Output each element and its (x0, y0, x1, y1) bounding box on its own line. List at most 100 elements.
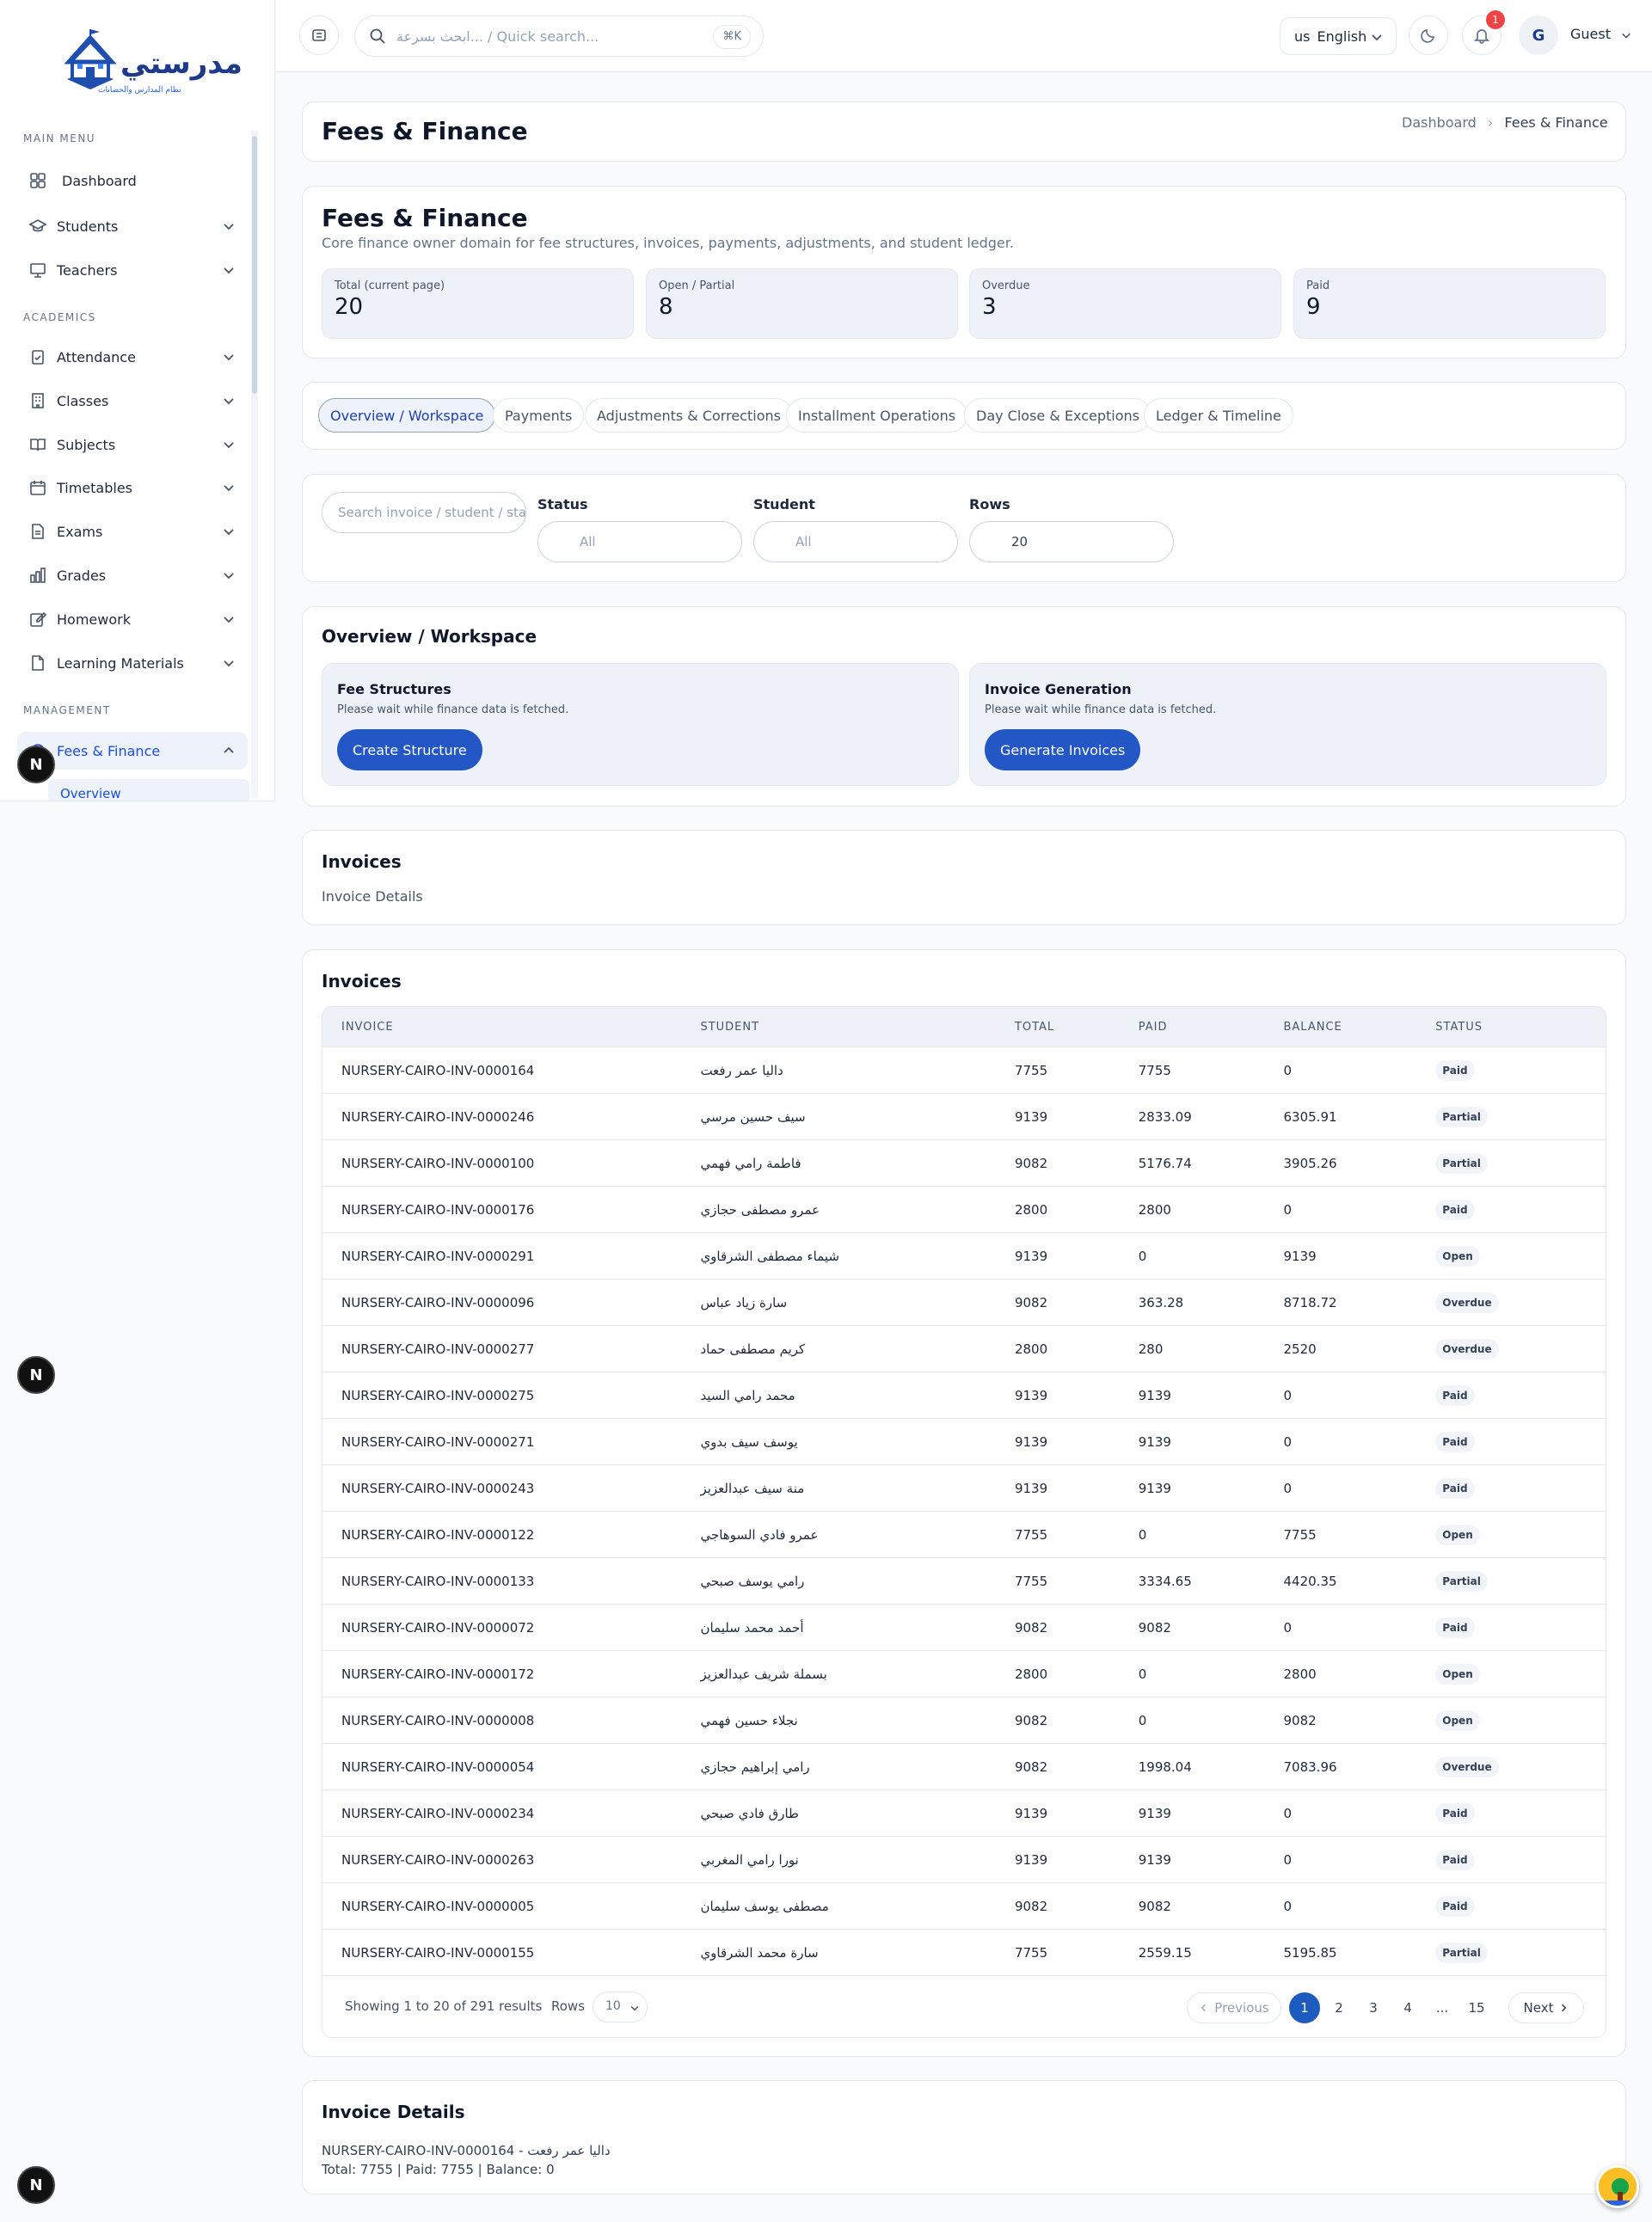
sidebar-item-learning-materials[interactable]: Learning Materials (17, 644, 248, 682)
sidebar-item-dashboard[interactable]: Dashboard (17, 162, 248, 199)
graduation-cap-icon (28, 216, 48, 236)
tab-overview-workspace[interactable]: Overview / Workspace (318, 398, 496, 433)
user-menu[interactable]: Guest (1570, 26, 1632, 42)
page-1-button[interactable]: 1 (1289, 1992, 1320, 2023)
sidebar-item-exams[interactable]: Exams (17, 513, 248, 550)
avatar[interactable]: G (1519, 15, 1558, 55)
paid-cell: 9139 (1138, 1433, 1171, 1450)
table-row[interactable]: NURSERY-CAIRO-INV-0000291 شيماء مصطفى الش… (322, 1232, 1606, 1279)
student-select[interactable]: All (753, 521, 958, 562)
create-structure-button[interactable]: Create Structure (337, 729, 482, 770)
paid-cell: 0 (1138, 1526, 1147, 1543)
col-header-total[interactable]: TOTAL (1015, 1021, 1139, 1034)
generate-invoices-button[interactable]: Generate Invoices (985, 729, 1141, 770)
table-row[interactable]: NURSERY-CAIRO-INV-0000008 نجلاء حسين فهمي… (322, 1697, 1606, 1743)
table-row[interactable]: NURSERY-CAIRO-INV-0000263 نورا رامي المغر… (322, 1836, 1606, 1882)
table-footer: Showing 1 to 20 of 291 results Rows 10 P… (322, 1975, 1606, 2037)
table-row[interactable]: NURSERY-CAIRO-INV-0000234 طارق فادي صبحي 9… (322, 1789, 1606, 1836)
table-row[interactable]: NURSERY-CAIRO-INV-0000176 عمرو مصطفى حجاز… (322, 1186, 1606, 1232)
sidebar-item-grades[interactable]: Grades (17, 556, 248, 594)
quick-search-input[interactable]: ابحث بسرعة... / Quick search... ⌘K (354, 15, 764, 57)
paid-cell: 280 (1138, 1341, 1164, 1357)
table-row[interactable]: NURSERY-CAIRO-INV-0000246 سيف حسين مرسي 91… (322, 1093, 1606, 1139)
tab-payments[interactable]: Payments (493, 398, 585, 433)
sidebar-item-label: Grades (57, 567, 107, 584)
brand-logo[interactable]: مدرستي نظام المدارس والحضانات (60, 29, 243, 105)
invoices-summary-title: Invoices (322, 851, 402, 872)
table-row[interactable]: NURSERY-CAIRO-INV-0000100 فاطمة رامي فهمي… (322, 1139, 1606, 1186)
chevron-down-icon (630, 2005, 639, 2011)
invoice-search-input[interactable]: Search invoice / student / status (322, 492, 526, 533)
table-row[interactable]: NURSERY-CAIRO-INV-0000072 أحمد محمد سليما… (322, 1604, 1606, 1650)
sidebar-item-classes[interactable]: Classes (17, 382, 248, 420)
table-row[interactable]: NURSERY-CAIRO-INV-0000277 كريم مصطفى حماد… (322, 1325, 1606, 1372)
status-cell: Paid (1435, 1059, 1606, 1081)
chevron-down-icon (1372, 34, 1382, 41)
table-row[interactable]: NURSERY-CAIRO-INV-0000096 سارة زياد عباس 9… (322, 1279, 1606, 1325)
table-row[interactable]: NURSERY-CAIRO-INV-0000133 رامي يوسف صبحي 7… (322, 1557, 1606, 1604)
table-row[interactable]: NURSERY-CAIRO-INV-0000005 مصطفى يوسف سليم… (322, 1882, 1606, 1929)
floating-n-badge[interactable]: N (17, 2166, 55, 2204)
calendar-icon (28, 477, 48, 498)
invoice-cell: NURSERY-CAIRO-INV-0000100 (341, 1155, 535, 1171)
page-3-button[interactable]: 3 (1358, 1992, 1389, 2023)
table-row[interactable]: NURSERY-CAIRO-INV-0000243 منة سيف عبدالعز… (322, 1464, 1606, 1511)
breadcrumb: Dashboard › Fees & Finance (1402, 114, 1625, 131)
table-row[interactable]: NURSERY-CAIRO-INV-0000155 سارة محمد الشرق… (322, 1929, 1606, 1975)
prev-page-button[interactable]: Previous (1187, 1992, 1281, 2023)
status-cell: Open (1435, 1524, 1606, 1545)
table-row[interactable]: NURSERY-CAIRO-INV-0000271 يوسف سيف بدوي 91… (322, 1418, 1606, 1464)
breadcrumb-dashboard[interactable]: Dashboard (1402, 114, 1477, 131)
sidebar-item-students[interactable]: Students (17, 207, 248, 245)
table-row[interactable]: NURSERY-CAIRO-INV-0000122 عمرو فادي السوه… (322, 1511, 1606, 1557)
assistant-avatar[interactable] (1596, 2165, 1639, 2208)
total-cell: 7755 (1014, 1573, 1048, 1589)
sidebar-item-subjects[interactable]: Subjects (17, 426, 248, 463)
page-15-button[interactable]: 15 (1461, 1992, 1492, 2023)
col-header-balance[interactable]: BALANCE (1284, 1021, 1436, 1034)
floating-n-badge[interactable]: N (17, 1356, 55, 1394)
next-page-button[interactable]: Next (1508, 1992, 1584, 2023)
invoice-cell: NURSERY-CAIRO-INV-0000133 (341, 1573, 535, 1589)
language-selector[interactable]: us English (1280, 17, 1397, 55)
sidebar-item-homework[interactable]: Homework (17, 600, 248, 638)
invoice-cell: NURSERY-CAIRO-INV-0000172 (341, 1666, 535, 1682)
tab-adjustments-corrections[interactable]: Adjustments & Corrections (585, 398, 793, 433)
table-row[interactable]: NURSERY-CAIRO-INV-0000275 محمد رامي السيد… (322, 1372, 1606, 1418)
col-header-student[interactable]: STUDENT (700, 1021, 1015, 1034)
sidebar-item-teachers[interactable]: Teachers (17, 251, 248, 289)
col-header-status[interactable]: STATUS (1435, 1021, 1606, 1034)
col-header-paid[interactable]: PAID (1139, 1021, 1284, 1034)
menu-toggle-button[interactable] (299, 15, 339, 55)
bar-chart-icon (28, 565, 48, 586)
sidebar-scrollbar-thumb[interactable] (252, 136, 257, 394)
balance-cell: 0 (1283, 1805, 1293, 1821)
page-2-button[interactable]: 2 (1323, 1992, 1354, 2023)
paid-cell: 2559.15 (1138, 1944, 1192, 1961)
chevron-down-icon (224, 617, 234, 623)
status-badge: Partial (1435, 1942, 1488, 1963)
balance-cell: 0 (1283, 1480, 1293, 1496)
rows-select[interactable]: 20 (969, 521, 1174, 562)
floating-n-badge[interactable]: N (17, 746, 55, 783)
table-row[interactable]: NURSERY-CAIRO-INV-0000172 بسملة شريف عبدا… (322, 1650, 1606, 1697)
theme-toggle-button[interactable] (1409, 15, 1448, 55)
student-cell: رامي يوسف صبحي (700, 1573, 805, 1589)
col-header-invoice[interactable]: INVOICE (322, 1021, 700, 1034)
table-row[interactable]: NURSERY-CAIRO-INV-0000054 رامي إبراهيم حج… (322, 1743, 1606, 1789)
tab-ledger-timeline[interactable]: Ledger & Timeline (1144, 398, 1293, 433)
rows-per-page-select[interactable]: 10 (593, 1992, 648, 2023)
sidebar-item-attendance[interactable]: Attendance (17, 338, 248, 376)
table-row[interactable]: NURSERY-CAIRO-INV-0000164 داليا عمر رفعت 7… (322, 1047, 1606, 1093)
status-badge: Overdue (1435, 1756, 1499, 1777)
sidebar-subitem-overview[interactable]: Overview (48, 779, 249, 801)
summary-subtitle: Core finance owner domain for fee struct… (322, 235, 1014, 251)
tab-day-close-exceptions[interactable]: Day Close & Exceptions (964, 398, 1151, 433)
sidebar-item-timetables[interactable]: Timetables (17, 469, 248, 506)
user-name: Guest (1570, 26, 1611, 42)
total-cell: 9139 (1014, 1248, 1048, 1264)
page-4-button[interactable]: 4 (1392, 1992, 1423, 2023)
invoices-summary-card: Invoices Invoice Details (302, 830, 1626, 925)
tab-installment-operations[interactable]: Installment Operations (786, 398, 968, 433)
status-select[interactable]: All (537, 521, 742, 562)
